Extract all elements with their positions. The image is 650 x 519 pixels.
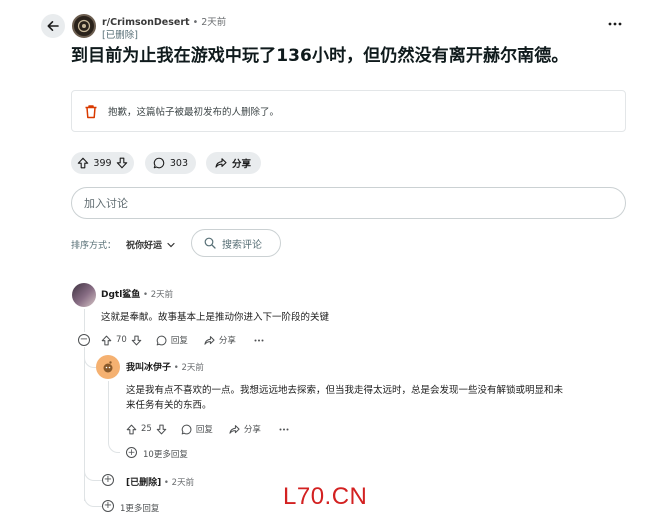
collapse-thread-button[interactable]: − [78, 334, 90, 346]
post-vote-control: 399 [71, 152, 134, 174]
thread-line [108, 381, 109, 441]
more-replies-link[interactable]: 10更多回复 [143, 448, 188, 460]
comment-author[interactable]: Dgtl鲨鱼 • 2天前 [101, 287, 173, 300]
comment-count: 303 [169, 157, 188, 169]
share-button[interactable]: 分享 [206, 152, 261, 174]
share-icon [229, 424, 240, 434]
thread-connector [84, 495, 102, 507]
comment-time: 2天前 [171, 478, 195, 488]
subreddit-name[interactable]: r/CrimsonDesert • 2天前 [102, 14, 226, 28]
comment-icon [156, 335, 167, 345]
removed-notice-text: 抱歉，这篇帖子被最初发布的人删除了。 [108, 107, 280, 118]
post-author: [已删除] [102, 30, 138, 41]
subreddit-avatar[interactable] [72, 14, 96, 38]
share-button[interactable]: 分享 [229, 423, 261, 435]
more-horizontal-icon [254, 339, 264, 341]
reply-button[interactable]: 回复 [181, 423, 213, 435]
downvote-icon[interactable] [131, 335, 142, 346]
expand-replies-button[interactable]: + [126, 447, 137, 458]
thread-connector [84, 354, 96, 368]
downvote-icon[interactable] [116, 157, 128, 169]
share-icon [204, 335, 215, 345]
plus-icon: + [127, 447, 136, 458]
reply-button[interactable]: 回复 [156, 334, 188, 346]
minus-icon: − [79, 334, 89, 345]
sort-label: 排序方式： [71, 241, 117, 251]
comment-icon [181, 424, 192, 434]
avatar[interactable] [96, 355, 120, 379]
thread-connector [108, 441, 120, 453]
share-icon [215, 158, 227, 168]
upvote-icon[interactable] [77, 157, 89, 169]
share-button[interactable]: 分享 [204, 334, 236, 346]
comment-body: 这是我有点不喜欢的一点。我想远远地去探索，但当我走得太远时，总是会发现一些没有解… [126, 383, 563, 413]
thread-connector [84, 469, 102, 481]
post-vote-count: 399 [93, 157, 112, 169]
expand-thread-button[interactable]: + [102, 474, 114, 486]
upvote-icon[interactable] [126, 424, 137, 435]
removed-notice: 抱歉，这篇帖子被最初发布的人删除了。 [71, 90, 626, 132]
more-replies-link[interactable]: 1更多回复 [120, 502, 159, 514]
comment-vote-count: 70 [116, 335, 127, 345]
more-options-button[interactable] [279, 428, 289, 431]
comment-actions: 70 回复 分享 [101, 334, 264, 346]
plus-icon: + [103, 500, 113, 511]
search-comments-button[interactable]: 搜索评论 [191, 229, 281, 257]
expand-replies-button[interactable]: + [102, 500, 114, 512]
chevron-down-icon [167, 242, 175, 247]
back-button[interactable] [41, 14, 65, 38]
comment-author[interactable]: 我叫冰伊子 • 2天前 [126, 360, 204, 373]
thread-line [84, 347, 85, 501]
join-conversation-input[interactable]: 加入讨论 [71, 187, 626, 219]
watermark: L70.CN [283, 483, 368, 510]
more-options-button[interactable] [606, 15, 624, 33]
emblem-icon [77, 19, 91, 33]
sort-dropdown[interactable]: 祝你好运 [126, 238, 175, 251]
more-options-button[interactable] [254, 339, 264, 342]
upvote-icon[interactable] [101, 335, 112, 346]
downvote-icon[interactable] [156, 424, 167, 435]
comment-time: 2天前 [181, 363, 204, 373]
arrow-left-icon [47, 21, 59, 31]
snoo-avatar-icon [103, 361, 113, 373]
comment-body-line: 这是我有点不喜欢的一点。我想远远地去探索，但当我走得太远时，总是会发现一些没有解… [126, 385, 564, 396]
post-time: 2天前 [201, 17, 227, 28]
more-horizontal-icon [279, 428, 289, 430]
comment-time: 2天前 [150, 290, 174, 300]
share-label: 分享 [232, 159, 252, 170]
sort-value: 祝你好运 [126, 241, 163, 251]
search-comments-label: 搜索评论 [222, 239, 262, 251]
trash-icon [85, 104, 97, 118]
more-horizontal-icon [608, 22, 622, 26]
plus-icon: + [103, 474, 113, 485]
comments-button[interactable]: 303 [145, 152, 196, 174]
comment-author: [已删除] • 2天前 [126, 478, 195, 488]
comment-actions: 25 回复 分享 [126, 423, 289, 435]
comment-body-line: 来任务有关的东西。 [126, 400, 212, 411]
comment-body: 这就是奉献。故事基本上是推动你进入下一阶段的关键 [101, 312, 330, 323]
post-title: 到目前为止我在游戏中玩了136小时，但仍然没有离开赫尔南德。 [71, 46, 569, 66]
thread-line [84, 309, 85, 332]
comment-vote-count: 25 [141, 424, 152, 434]
comment-icon [153, 157, 165, 169]
avatar[interactable] [72, 283, 96, 307]
search-icon [204, 237, 216, 249]
